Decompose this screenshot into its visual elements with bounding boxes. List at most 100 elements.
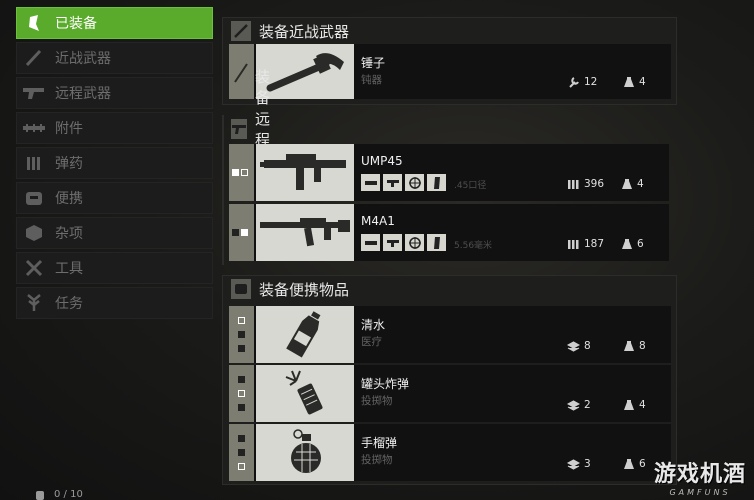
- sidebar-item-label: 已装备: [55, 16, 97, 32]
- site-watermark: 游戏机酒 GAMFUNS: [654, 456, 746, 497]
- tools-icon: [17, 253, 51, 283]
- section-title: 装备便携物品: [259, 280, 350, 299]
- portable-section: 装备便携物品 清水 医疗 8 8 罐头炸弹 投掷物 2 4 手榴弹 投掷物 3 …: [222, 275, 677, 485]
- item-thumbnail: [256, 204, 354, 261]
- weight-stat: 4: [621, 178, 644, 190]
- weight-icon: [624, 459, 634, 469]
- attachment-slot-magazine[interactable]: [427, 174, 446, 191]
- attachment-slot-barrel[interactable]: [361, 234, 380, 251]
- slot-square-filled: [238, 331, 245, 338]
- weight-stat: 6: [623, 458, 646, 470]
- sidebar-item-misc[interactable]: 杂项: [16, 217, 213, 249]
- ranged-section-header: 装备远程武器: [231, 68, 274, 191]
- attachment-slots: [361, 234, 449, 251]
- slot-square-empty: [241, 169, 248, 176]
- sidebar-item-attachment[interactable]: 附件: [16, 112, 213, 144]
- sidebar-item-quest[interactable]: 任务: [16, 287, 213, 319]
- list-item[interactable]: 罐头炸弹 投掷物 2 4: [229, 365, 671, 422]
- sidebar-item-portable[interactable]: 便携: [16, 182, 213, 214]
- sidebar-item-ranged[interactable]: 远程武器: [16, 77, 213, 109]
- weight-stat: 4: [623, 76, 646, 88]
- ammo-count-stat: 187: [567, 238, 604, 250]
- list-item[interactable]: 清水 医疗 8 8: [229, 306, 671, 363]
- sidebar-item-equipped[interactable]: 已装备: [16, 7, 213, 39]
- ammo-count-value: 396: [584, 178, 605, 190]
- attachment-slot-scope[interactable]: [405, 234, 424, 251]
- ammo-caliber: 5.56毫米: [454, 241, 493, 251]
- attachment-slot-grip[interactable]: [383, 234, 402, 251]
- list-item[interactable]: UMP45 .45口径 396 4: [229, 144, 669, 201]
- muzzle-icon: [364, 240, 377, 245]
- stack-icon: [567, 340, 580, 352]
- item-name: 清水: [361, 318, 386, 332]
- slot-indicator: [229, 306, 254, 363]
- magazine-icon: [433, 176, 440, 189]
- sidebar-item-melee[interactable]: 近战武器: [16, 42, 213, 74]
- slot-square-filled: [232, 229, 239, 236]
- slot-square-filled: [232, 169, 239, 176]
- watermark-logo: 游戏机酒: [653, 462, 746, 487]
- sidebar-item-ammo[interactable]: 弹药: [16, 147, 213, 179]
- pistol-icon: [231, 119, 247, 139]
- item-type: 投掷物: [361, 395, 393, 407]
- weight-value: 4: [639, 76, 646, 88]
- ammo-caliber: .45口径: [454, 181, 487, 191]
- stack-value: 2: [584, 399, 591, 411]
- stack-icon: [567, 458, 580, 470]
- ammo-icon: [568, 239, 579, 249]
- item-type: 钝器: [361, 74, 382, 86]
- stack-value: 8: [584, 340, 591, 352]
- item-name: 罐头炸弹: [361, 377, 410, 391]
- stack-stat: 3: [567, 458, 591, 470]
- scope-icon: [408, 236, 421, 249]
- inventory-capacity: 0 / 10: [34, 488, 83, 500]
- durability-stat: 12: [568, 76, 597, 88]
- melee-section: 装备近战武器 锤子 钝器 12 4: [222, 17, 677, 105]
- misc-box-icon: [17, 218, 51, 248]
- attachment-slot-barrel[interactable]: [361, 174, 380, 191]
- equipped-icon: [17, 8, 51, 38]
- stack-stat: 8: [567, 340, 591, 352]
- slot-square-empty: [238, 317, 245, 324]
- category-sidebar: 已装备 近战武器 远程武器 附件 弹药 便携 杂项 工具 任务: [16, 7, 213, 322]
- item-name: 手榴弹: [361, 436, 398, 450]
- slot-indicator: [229, 144, 254, 201]
- item-name: UMP45: [361, 154, 403, 168]
- attachment-slot-magazine[interactable]: [427, 234, 446, 251]
- weight-value: 4: [637, 178, 644, 190]
- slot-square-empty: [238, 463, 245, 470]
- weight-value: 6: [639, 458, 646, 470]
- sidebar-item-label: 任务: [55, 296, 83, 312]
- rifle-icon: [260, 218, 350, 247]
- muzzle-icon: [364, 180, 377, 185]
- attachment-slot-scope[interactable]: [405, 174, 424, 191]
- weight-value: 4: [639, 399, 646, 411]
- slot-indicator: [229, 365, 254, 422]
- attachment-icon: [17, 113, 51, 143]
- water-bottle-icon: [286, 311, 321, 358]
- item-type: 医疗: [361, 336, 382, 348]
- weight-icon: [624, 341, 634, 351]
- list-item[interactable]: 锤子 钝器 12 4: [229, 44, 671, 99]
- portable-icon: [17, 183, 51, 213]
- weight-value: 8: [639, 340, 646, 352]
- sidebar-item-label: 弹药: [55, 156, 83, 172]
- sidebar-item-tools[interactable]: 工具: [16, 252, 213, 284]
- item-type: 投掷物: [361, 454, 393, 466]
- list-item[interactable]: 手榴弹 投掷物 3 6: [229, 424, 671, 481]
- ammo-icon: [568, 179, 579, 189]
- stack-value: 3: [584, 458, 591, 470]
- item-thumbnail: [256, 306, 354, 363]
- portable-icon: [231, 279, 251, 299]
- list-item[interactable]: M4A1 5.56毫米 187 6: [229, 204, 669, 261]
- melee-weapon-icon: [231, 21, 251, 41]
- portable-section-header: 装备便携物品: [231, 276, 349, 302]
- sidebar-item-label: 便携: [55, 191, 83, 207]
- grip-icon: [386, 179, 399, 187]
- attachment-slot-grip[interactable]: [383, 174, 402, 191]
- ammo-count-value: 187: [584, 238, 605, 250]
- sidebar-item-label: 远程武器: [55, 86, 111, 102]
- weight-icon: [622, 239, 632, 249]
- weight-stat: 6: [621, 238, 644, 250]
- slot-square-filled: [238, 404, 245, 411]
